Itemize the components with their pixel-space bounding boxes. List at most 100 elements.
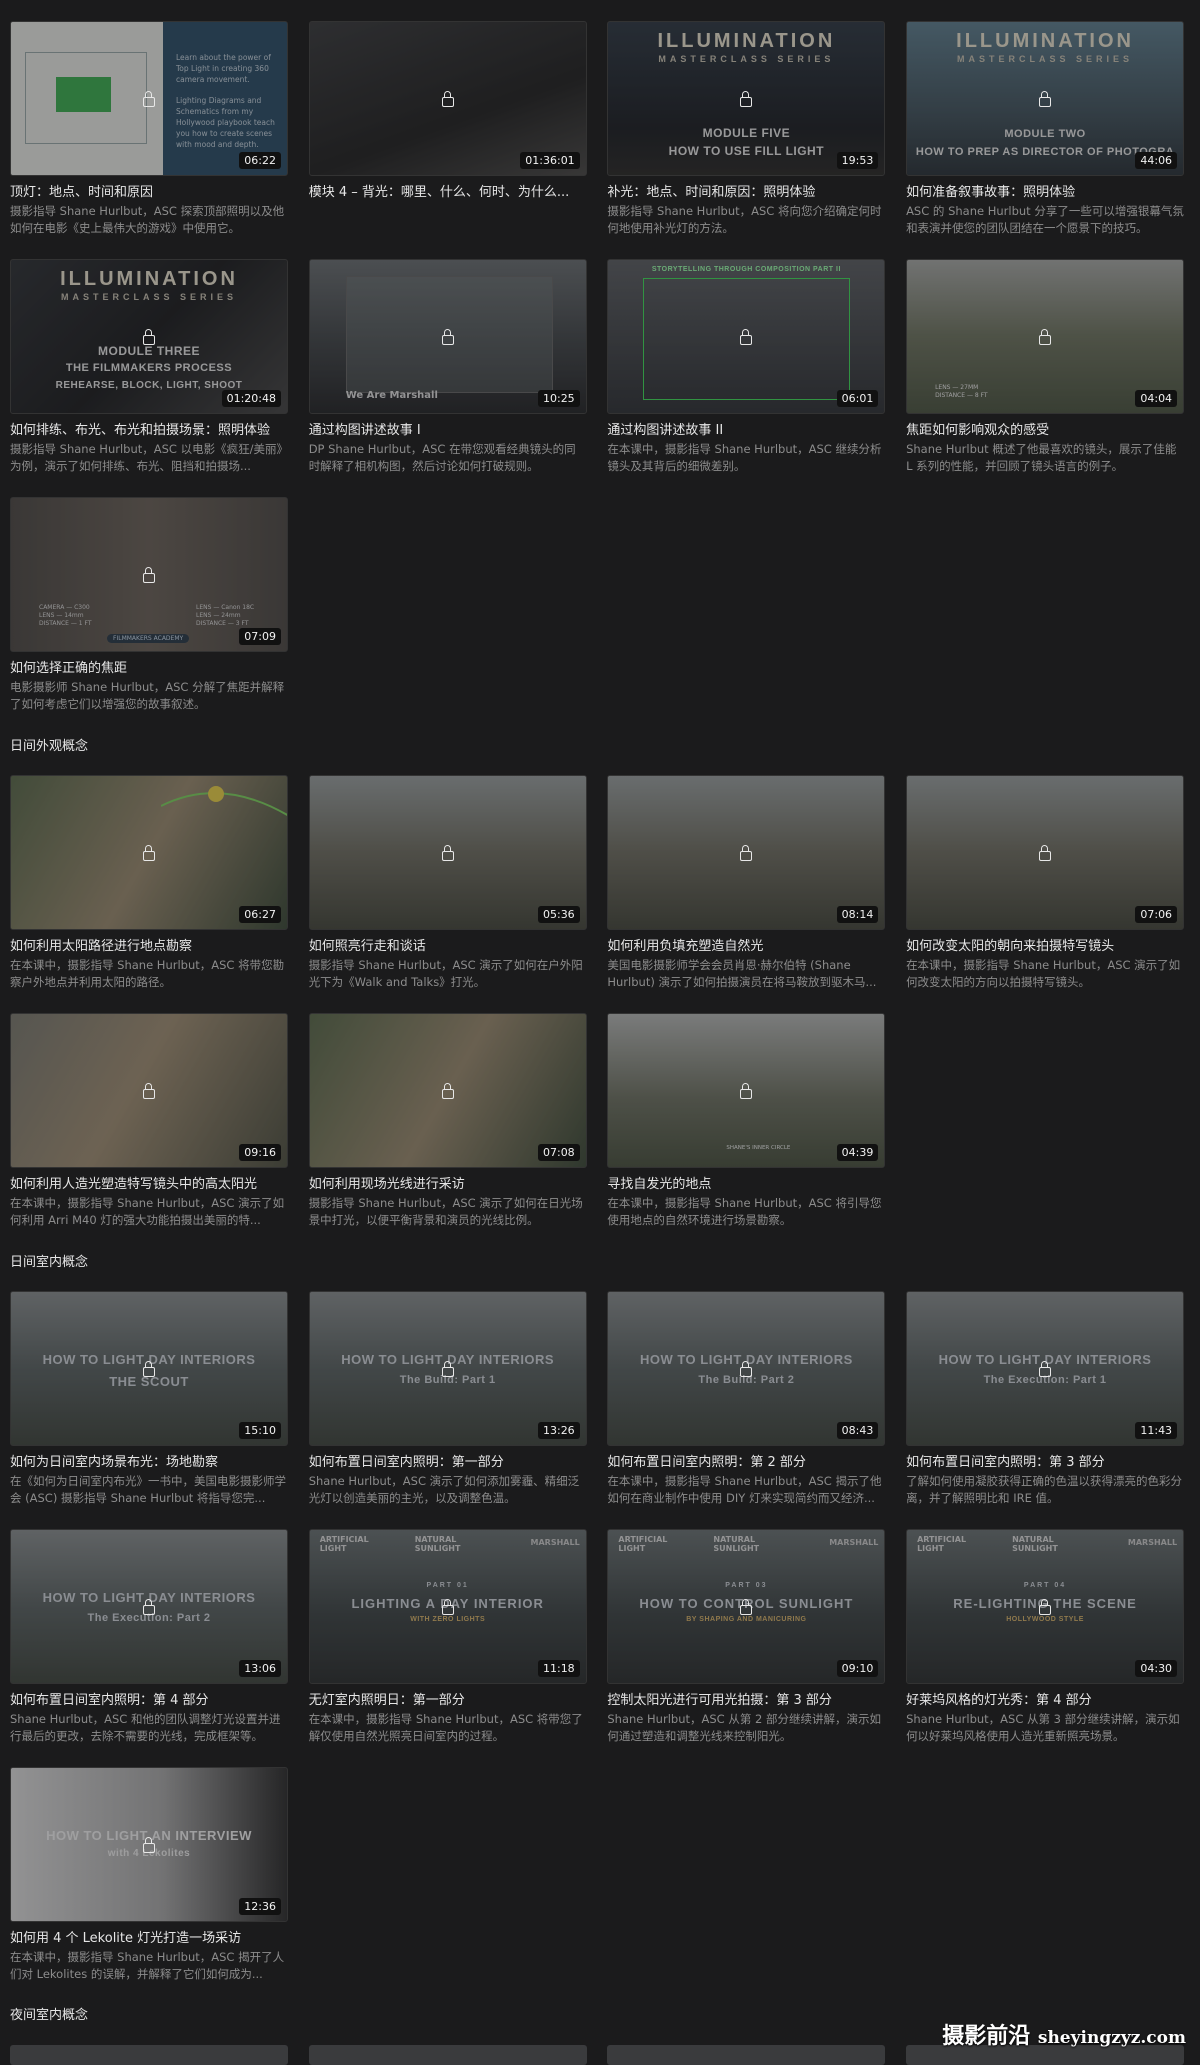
watermark-cn: 摄影前沿 bbox=[942, 2023, 1031, 2049]
lesson-thumbnail[interactable]: HOW TO LIGHT DAY INTERIORS THE SCOUT 15:… bbox=[10, 1291, 288, 1446]
lesson-card[interactable]: HOW TO LIGHT DAY INTERIORS THE SCOUT 15:… bbox=[10, 1291, 288, 1529]
lesson-title[interactable]: 控制太阳光进行可用光拍摄：第 3 部分 bbox=[607, 1692, 885, 1710]
lesson-title[interactable]: 通过构图讲述故事 II bbox=[607, 422, 885, 440]
lesson-thumbnail[interactable]: HOW TO LIGHT DAY INTERIORS The Execution… bbox=[906, 1291, 1185, 1446]
lesson-card[interactable]: 09:16 如何利用人造光塑造特写镜头中的高太阳光 在本课中，摄影指导 Shan… bbox=[10, 1013, 288, 1251]
lesson-title[interactable]: 如何照亮行走和谈话 bbox=[309, 938, 587, 956]
lesson-card[interactable]: ILLUMINATION MASTERCLASS SERIES MODULE T… bbox=[10, 259, 288, 497]
lesson-thumbnail[interactable]: 07:06 bbox=[906, 775, 1185, 930]
lesson-card[interactable]: 07:08 如何利用现场光线进行采访 摄影指导 Shane Hurlbut，AS… bbox=[308, 1013, 587, 1251]
duration-badge: 13:06 bbox=[239, 1660, 281, 1677]
lesson-title[interactable]: 如何排练、布光、布光和拍摄场景：照明体验 bbox=[10, 422, 288, 440]
lesson-description: 在本课中，摄影指导 Shane Hurlbut，ASC 揭示了他如何在商业制作中… bbox=[607, 1474, 882, 1505]
lesson-thumbnail[interactable]: ARTIFICIAL LIGHT NATURAL SUNLIGHT MARSHA… bbox=[607, 1529, 886, 1684]
lesson-thumbnail[interactable]: HOW TO LIGHT DAY INTERIORS The Build: Pa… bbox=[607, 1291, 886, 1446]
duration-badge: 07:06 bbox=[1135, 906, 1178, 923]
lesson-title[interactable]: 寻找自发光的地点 bbox=[607, 1176, 885, 1194]
lesson-card[interactable]: ILLUMINATION MASTERCLASS SERIES MODULE F… bbox=[607, 21, 886, 259]
lesson-thumbnail[interactable] bbox=[607, 2045, 885, 2065]
lesson-thumbnail[interactable] bbox=[309, 2045, 587, 2065]
lesson-thumbnail[interactable]: HOW TO LIGHT AN INTERVIEW with 4 Lekolit… bbox=[10, 1767, 288, 1922]
lesson-card[interactable]: STORYTELLING THROUGH COMPOSITION PART II… bbox=[607, 259, 886, 497]
lesson-card[interactable]: HOW TO LIGHT DAY INTERIORS The Execution… bbox=[906, 1291, 1185, 1529]
lesson-title[interactable]: 好莱坞风格的灯光秀：第 4 部分 bbox=[906, 1692, 1184, 1710]
lesson-description: 在本课中，摄影指导 Shane Hurlbut，ASC 演示了如何利用 Arri… bbox=[10, 1196, 285, 1227]
lesson-title[interactable]: 如何布置日间室内照明：第一部分 bbox=[309, 1454, 587, 1472]
lesson-card[interactable]: 01:36:01 模块 4 – 背光：哪里、什么、何时、为什么... bbox=[308, 21, 587, 259]
lesson-thumbnail[interactable]: ARTIFICIAL LIGHT NATURAL SUNLIGHT MARSHA… bbox=[308, 1529, 587, 1684]
lesson-title[interactable]: 如何利用太阳路径进行地点勘察 bbox=[10, 938, 288, 956]
lesson-thumbnail[interactable]: SHANE'S INNER CIRCLE 04:39 bbox=[607, 1013, 886, 1168]
lesson-title[interactable]: 如何准备叙事故事：照明体验 bbox=[906, 184, 1184, 202]
duration-badge: 19:53 bbox=[836, 152, 879, 169]
lesson-card[interactable]: CAMERA — C300 LENS — 14mm DISTANCE — 1 F… bbox=[10, 497, 288, 735]
lesson-card[interactable]: Learn about the power of Top Light in cr… bbox=[10, 21, 288, 259]
lesson-title[interactable]: 如何布置日间室内照明：第 2 部分 bbox=[607, 1454, 885, 1472]
lesson-title[interactable]: 如何选择正确的焦距 bbox=[10, 660, 288, 678]
lesson-title[interactable]: 如何布置日间室内照明：第 3 部分 bbox=[906, 1454, 1184, 1472]
duration-badge: 01:20:48 bbox=[221, 390, 281, 407]
lesson-card[interactable]: 08:14 如何利用负填充塑造自然光 美国电影摄影师学会会员肖恩·赫尔伯特 (S… bbox=[607, 775, 886, 1013]
duration-badge: 01:36:01 bbox=[520, 152, 580, 169]
duration-badge: 09:10 bbox=[836, 1660, 879, 1677]
lesson-thumbnail[interactable]: ILLUMINATION MASTERCLASS SERIES MODULE T… bbox=[906, 21, 1185, 176]
lesson-title[interactable]: 如何改变太阳的朝向来拍摄特写镜头 bbox=[906, 938, 1184, 956]
lesson-thumbnail[interactable]: 06:27 bbox=[10, 775, 288, 930]
lesson-title[interactable]: 如何利用人造光塑造特写镜头中的高太阳光 bbox=[10, 1176, 288, 1194]
lesson-title[interactable]: 顶灯：地点、时间和原因 bbox=[10, 184, 288, 202]
lesson-thumbnail[interactable]: 05:36 bbox=[308, 775, 587, 930]
lesson-card[interactable]: ILLUMINATION MASTERCLASS SERIES MODULE T… bbox=[906, 21, 1185, 259]
section-heading: 日间外观概念 bbox=[10, 739, 89, 754]
lesson-thumbnail[interactable]: ILLUMINATION MASTERCLASS SERIES MODULE T… bbox=[10, 259, 288, 414]
lesson-thumbnail[interactable]: 09:16 bbox=[10, 1013, 288, 1168]
lesson-title[interactable]: 通过构图讲述故事 I bbox=[309, 422, 587, 440]
lesson-title[interactable]: 如何布置日间室内照明：第 4 部分 bbox=[10, 1692, 288, 1710]
lesson-title[interactable]: 如何为日间室内场景布光：场地勘察 bbox=[10, 1454, 288, 1472]
lesson-description: 摄影指导 Shane Hurlbut，ASC 以电影《疯狂/美丽》为例，演示了如… bbox=[10, 442, 288, 473]
lesson-card[interactable]: ARTIFICIAL LIGHT NATURAL SUNLIGHT MARSHA… bbox=[308, 1529, 587, 1767]
lesson-thumbnail[interactable]: 01:36:01 bbox=[308, 21, 587, 176]
lesson-card[interactable]: ARTIFICIAL LIGHT NATURAL SUNLIGHT MARSHA… bbox=[906, 1529, 1185, 1767]
lesson-thumbnail[interactable]: CAMERA — C300 LENS — 14mm DISTANCE — 1 F… bbox=[10, 497, 288, 652]
lesson-card[interactable]: We Are Marshall 10:25 通过构图讲述故事 I DP Shan… bbox=[308, 259, 587, 497]
lesson-card[interactable]: HOW TO LIGHT AN INTERVIEW with 4 Lekolit… bbox=[10, 1767, 288, 2005]
lesson-thumbnail[interactable]: ARTIFICIAL LIGHT NATURAL SUNLIGHT MARSHA… bbox=[906, 1529, 1185, 1684]
lesson-thumbnail[interactable]: STORYTELLING THROUGH COMPOSITION PART II… bbox=[607, 259, 886, 414]
lesson-title[interactable]: 焦距如何影响观众的感受 bbox=[906, 422, 1184, 440]
lesson-title[interactable]: 如何用 4 个 Lekolite 灯光打造一场采访 bbox=[10, 1930, 288, 1948]
lesson-thumbnail[interactable]: Learn about the power of Top Light in cr… bbox=[10, 21, 288, 176]
lesson-thumbnail[interactable]: HOW TO LIGHT DAY INTERIORS The Build: Pa… bbox=[308, 1291, 587, 1446]
lesson-thumbnail[interactable] bbox=[10, 2045, 288, 2065]
lesson-card[interactable]: LENS — 27MM DISTANCE — 8 FT 04:04 焦距如何影响… bbox=[906, 259, 1185, 497]
lesson-description: 摄影指导 Shane Hurlbut，ASC 演示了如何在户外阳光下为《Walk… bbox=[308, 958, 583, 989]
lesson-thumbnail[interactable]: HOW TO LIGHT DAY INTERIORS The Execution… bbox=[10, 1529, 288, 1684]
lesson-title[interactable]: 如何利用负填充塑造自然光 bbox=[607, 938, 885, 956]
lesson-title[interactable]: 如何利用现场光线进行采访 bbox=[309, 1176, 587, 1194]
lesson-thumbnail[interactable]: 07:08 bbox=[308, 1013, 587, 1168]
duration-badge: 05:36 bbox=[537, 906, 580, 923]
lesson-thumbnail[interactable]: We Are Marshall 10:25 bbox=[308, 259, 587, 414]
lesson-card[interactable]: HOW TO LIGHT DAY INTERIORS The Execution… bbox=[10, 1529, 288, 1767]
lesson-thumbnail[interactable]: LENS — 27MM DISTANCE — 8 FT 04:04 bbox=[906, 259, 1185, 414]
lesson-card[interactable]: HOW TO LIGHT DAY INTERIORS The Build: Pa… bbox=[308, 1291, 587, 1529]
lesson-title[interactable]: 补光：地点、时间和原因：照明体验 bbox=[607, 184, 885, 202]
lesson-title[interactable]: 模块 4 – 背光：哪里、什么、何时、为什么... bbox=[309, 184, 587, 202]
lesson-card[interactable]: SHANE'S INNER CIRCLE 04:39 寻找自发光的地点 在本课中… bbox=[607, 1013, 886, 1251]
duration-badge: 11:43 bbox=[1135, 1422, 1178, 1439]
lesson-thumbnail[interactable]: ILLUMINATION MASTERCLASS SERIES MODULE F… bbox=[607, 21, 886, 176]
lock-icon bbox=[740, 90, 753, 107]
duration-badge: 44:06 bbox=[1135, 152, 1178, 169]
lesson-card[interactable]: 06:27 如何利用太阳路径进行地点勘察 在本课中，摄影指导 Shane Hur… bbox=[10, 775, 288, 1013]
lesson-card[interactable]: 05:36 如何照亮行走和谈话 摄影指导 Shane Hurlbut，ASC 演… bbox=[308, 775, 587, 1013]
lock-icon bbox=[1039, 90, 1052, 107]
lesson-card[interactable]: HOW TO LIGHT DAY INTERIORS The Build: Pa… bbox=[607, 1291, 886, 1529]
lesson-card[interactable]: 07:06 如何改变太阳的朝向来拍摄特写镜头 在本课中，摄影指导 Shane H… bbox=[906, 775, 1185, 1013]
lesson-description: 摄影指导 Shane Hurlbut，ASC 将向您介绍确定何时何地使用补光灯的… bbox=[607, 204, 882, 235]
duration-badge: 10:25 bbox=[537, 390, 580, 407]
lesson-card[interactable]: ARTIFICIAL LIGHT NATURAL SUNLIGHT MARSHA… bbox=[607, 1529, 886, 1767]
lesson-title[interactable]: 无灯室内照明日：第一部分 bbox=[309, 1692, 587, 1710]
lock-icon bbox=[1039, 1360, 1052, 1377]
lesson-thumbnail[interactable]: 08:14 bbox=[607, 775, 886, 930]
duration-badge: 12:36 bbox=[239, 1898, 281, 1915]
lesson-description: 在本课中，摄影指导 Shane Hurlbut，ASC 演示了如何改变太阳的方向… bbox=[906, 958, 1181, 989]
